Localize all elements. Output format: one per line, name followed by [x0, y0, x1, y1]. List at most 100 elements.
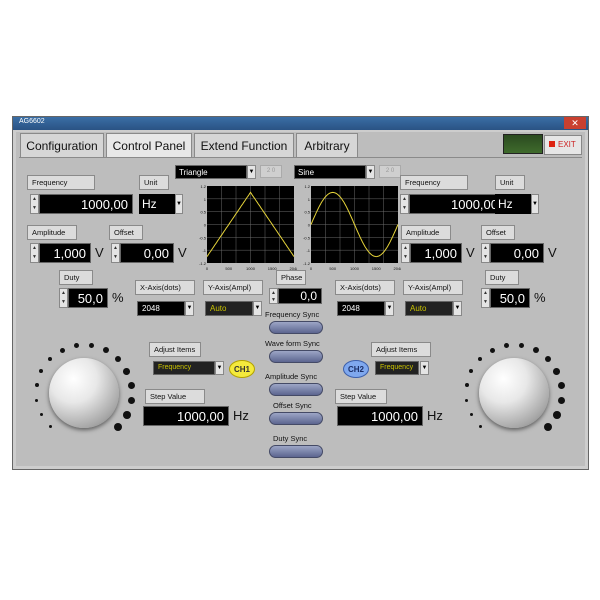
ch2-frequency-input[interactable]: 1000,00	[409, 194, 503, 214]
phase-label: Phase	[276, 270, 306, 285]
scale-dot	[48, 425, 52, 429]
scale-dot	[464, 383, 469, 388]
ch2-duty-stepper[interactable]: ▲ ▼	[481, 288, 490, 308]
ch1-amplitude-stepper[interactable]: ▲ ▼	[30, 243, 39, 263]
scale-dot	[127, 396, 136, 405]
ch2-xaxis-label: X-Axis(dots)	[335, 280, 395, 295]
ch1-amplitude-input[interactable]: 1,000	[39, 243, 91, 263]
frequency-sync-toggle[interactable]	[269, 321, 323, 334]
chevron-down-icon[interactable]: ▼	[531, 194, 539, 214]
ch1-duty-label: Duty	[59, 270, 93, 285]
ch1-step-value-input[interactable]: 1000,00	[143, 406, 229, 426]
ch2-amplitude-stepper[interactable]: ▲ ▼	[401, 243, 410, 263]
close-window-button[interactable]: ✕	[564, 117, 586, 129]
tab-control-panel[interactable]: Control Panel	[106, 133, 192, 157]
ch1-unit-select[interactable]: Hz	[139, 194, 175, 214]
ch2-step-value-input[interactable]: 1000,00	[337, 406, 423, 426]
ch1-frequency-label: Frequency	[27, 175, 95, 190]
ch2-yaxis-select[interactable]: Auto	[405, 301, 453, 316]
chevron-down-icon[interactable]: ▼	[385, 301, 394, 316]
waveform-sync-toggle[interactable]	[269, 350, 323, 363]
scale-dot	[489, 347, 495, 353]
ch2-duty-unit: %	[534, 290, 546, 305]
scale-dot	[39, 413, 43, 417]
ch1-frequency-input[interactable]: 1000,00	[39, 194, 133, 214]
ch2-amplitude-input[interactable]: 1,000	[410, 243, 462, 263]
exit-button[interactable]: EXIT	[544, 135, 582, 155]
ch1-yaxis-select[interactable]: Auto	[205, 301, 253, 316]
chevron-down-icon[interactable]: ▼	[420, 361, 429, 375]
ch1-frequency-stepper[interactable]: ▲ ▼	[30, 194, 39, 214]
y-tick-label: 1.2	[304, 184, 310, 189]
scale-dot	[59, 347, 65, 353]
ch2-step-value-label: Step Value	[335, 389, 387, 404]
ch2-waveform-select[interactable]: Sine	[294, 165, 366, 179]
scale-dot	[114, 355, 122, 363]
title-bar: AG6602 ✕	[13, 117, 588, 130]
ch2-frequency-stepper[interactable]: ▲ ▼	[400, 194, 409, 214]
offset-sync-label: Offset Sync	[273, 401, 312, 410]
x-tick-label: 1500	[372, 266, 382, 271]
x-tick-label: 1000	[246, 266, 256, 271]
ch1-xaxis-select[interactable]: 2048	[137, 301, 185, 316]
ch1-waveform-select[interactable]: Triangle	[175, 165, 247, 179]
amplitude-sync-label: Amplitude Sync	[265, 372, 318, 381]
ch2-unit-label: Unit	[495, 175, 525, 190]
ch2-adjust-items-label: Adjust Items	[371, 342, 431, 357]
waveform-sync-label: Wave form Sync	[265, 339, 320, 348]
ch2-offset-stepper[interactable]: ▲ ▼	[481, 243, 490, 263]
chevron-down-icon[interactable]: ▼	[247, 165, 256, 179]
duty-sync-toggle[interactable]	[269, 445, 323, 458]
ch1-adjust-items-select[interactable]: Frequency	[153, 361, 215, 375]
chevron-down-icon[interactable]: ▼	[453, 301, 462, 316]
chevron-down-icon[interactable]: ▼	[175, 194, 183, 214]
ch2-adjust-items-select[interactable]: Frequency	[375, 361, 419, 375]
ch1-badge: CH1	[229, 360, 255, 378]
ch1-amplitude-unit: V	[95, 245, 104, 260]
ch2-offset-input[interactable]: 0,00	[490, 243, 544, 263]
ch1-offset-input[interactable]: 0,00	[120, 243, 174, 263]
chevron-down-icon[interactable]: ▼	[215, 361, 224, 375]
tab-arbitrary[interactable]: Arbitrary	[296, 133, 358, 157]
ch1-duty-stepper[interactable]: ▲ ▼	[59, 288, 68, 308]
ch1-duty-unit: %	[112, 290, 124, 305]
control-panel: Triangle ▼ 2 0 Sine ▼ 2 0 1.2 1 0.5 0 -0.5 -1…	[19, 157, 582, 463]
amplitude-sync-toggle[interactable]	[269, 383, 323, 396]
scale-dot	[122, 410, 131, 419]
x-tick-label: 2048	[394, 266, 401, 271]
scale-dot	[478, 425, 482, 429]
scale-dot	[552, 410, 561, 419]
ch2-unit-select[interactable]: Hz	[495, 194, 531, 214]
y-tick-label: -0.5	[199, 235, 207, 240]
scale-dot	[39, 369, 44, 374]
offset-sync-toggle[interactable]	[269, 412, 323, 425]
ch2-duty-input[interactable]: 50,0	[490, 288, 530, 308]
phase-stepper[interactable]: ▲ ▼	[269, 288, 278, 304]
chevron-down-icon[interactable]: ▼	[366, 165, 375, 179]
scale-dot	[469, 413, 473, 417]
ch1-step-value-label: Step Value	[145, 389, 205, 404]
duty-sync-label: Duty Sync	[273, 434, 308, 443]
ch1-xaxis-label: X-Axis(dots)	[135, 280, 195, 295]
scale-dot	[34, 383, 39, 388]
ch2-badge: CH2	[343, 360, 369, 378]
scale-dot	[73, 342, 80, 349]
ch2-amplitude-unit: V	[466, 245, 475, 260]
ch1-adjust-knob[interactable]	[49, 358, 119, 428]
ch2-xaxis-select[interactable]: 2048	[337, 301, 385, 316]
tab-configuration[interactable]: Configuration	[20, 133, 104, 157]
y-tick-label: -0.5	[303, 235, 311, 240]
ch2-waveform-index: 2 0	[379, 165, 401, 178]
ch1-duty-input[interactable]: 50,0	[68, 288, 108, 308]
frequency-sync-label: Frequency Sync	[265, 310, 320, 319]
ch1-offset-stepper[interactable]: ▲ ▼	[111, 243, 120, 263]
tab-extend-function[interactable]: Extend Function	[194, 133, 294, 157]
ch1-yaxis-label: Y-Axis(Ampl)	[203, 280, 263, 295]
window-content: Configuration Control Panel Extend Funct…	[16, 132, 585, 466]
scale-dot	[127, 381, 135, 389]
chevron-down-icon[interactable]: ▼	[185, 301, 194, 316]
scale-dot	[102, 347, 109, 354]
ch2-adjust-knob[interactable]	[479, 358, 549, 428]
chevron-down-icon[interactable]: ▼	[253, 301, 262, 316]
phase-input[interactable]: 0,0	[278, 288, 322, 304]
